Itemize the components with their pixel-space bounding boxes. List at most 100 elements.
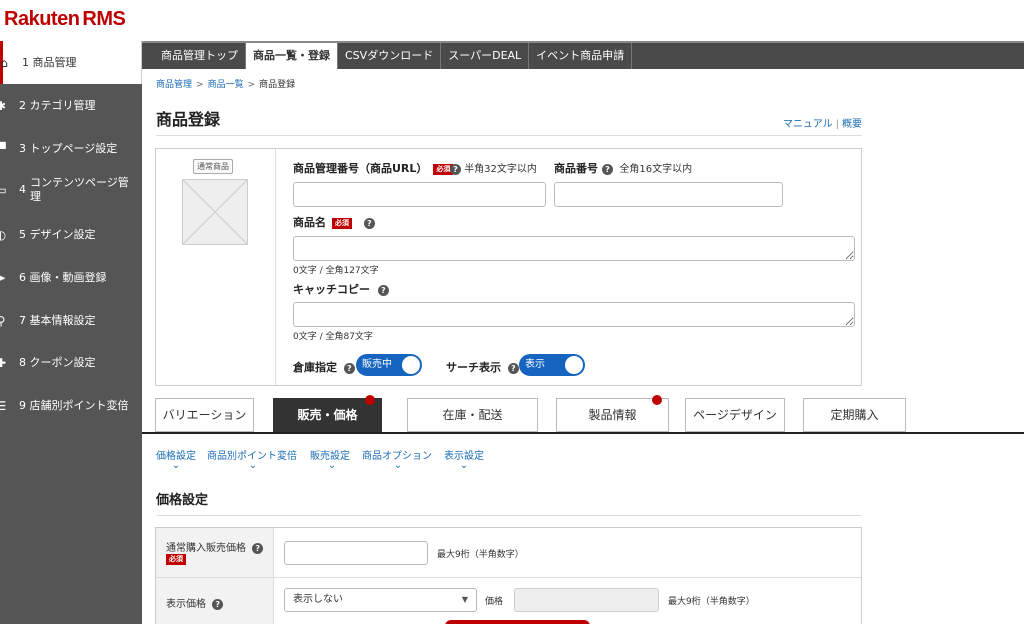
required-badge: 必須 (166, 554, 186, 565)
warehouse-toggle[interactable]: 販売中 (356, 354, 422, 376)
product-no-label-text: 商品番号 (554, 162, 598, 175)
regular-price-label: 通常購入販売価格 ? (166, 539, 264, 554)
sidebar-item-5[interactable]: ◐ 5 デザイン設定 (0, 213, 142, 256)
image-placeholder-icon[interactable] (182, 179, 248, 245)
display-price-select-value: 表示しない (293, 594, 343, 605)
palette-icon: ◐ (0, 227, 7, 242)
breadcrumb-separator: > (247, 80, 256, 90)
divider (156, 135, 862, 136)
rakuten-rms-logo[interactable]: Rakuten RMS (4, 8, 126, 32)
sidebar-item-label: コンテンツページ管理 (30, 175, 129, 203)
sidebar-item-4[interactable]: ▭ コンテンツページ管理 4 (0, 168, 142, 211)
help-icon[interactable]: ? (252, 542, 264, 554)
product-no-label: 商品番号 (554, 160, 598, 176)
sidebar-item-9[interactable]: ☰ 9 店舗別ポイント変倍 (0, 384, 142, 427)
sidebar-item-label: 1 商品管理 (22, 55, 77, 69)
logo-text: Rakuten (4, 8, 80, 30)
tab-5[interactable]: ページデザイン (685, 398, 785, 432)
tab-6[interactable]: 定期購入 (803, 398, 906, 432)
topnav-tab-1[interactable]: 商品管理トップ (154, 43, 246, 69)
sidebar-item-number: 4 (19, 182, 26, 196)
help-icon[interactable]: ? (377, 284, 389, 296)
product-name-label: 商品名 必須 ? (293, 214, 375, 230)
breadcrumb-item-shohin-kanri[interactable]: 商品管理 (156, 80, 192, 90)
puzzle-icon: ✚ (0, 355, 7, 370)
send-icon: ➤ (0, 270, 7, 285)
sidebar-item-label: 8 クーポン設定 (19, 355, 96, 369)
required-badge-wrap: 必須 (166, 554, 186, 566)
overview-link[interactable]: 概要 (842, 119, 862, 130)
topnav-tab-5[interactable]: イベント商品申請 (529, 43, 633, 69)
display-price-select[interactable]: 表示しない ▼ (284, 588, 477, 612)
sidebar-item-label: 3 トップページ設定 (19, 141, 118, 155)
product-image-area: 通常商品 (156, 149, 276, 385)
table-row: 表示価格 ? 表示しない ▼ 価格 最大9桁（半角数字） (156, 578, 861, 624)
home-icon: ⌂ (0, 55, 8, 70)
chevron-down-icon[interactable]: ⌄ (170, 460, 182, 472)
chevron-down-icon[interactable]: ⌄ (247, 460, 259, 472)
sidebar-item-8[interactable]: ✚ 8 クーポン設定 (0, 341, 142, 384)
regular-price-input[interactable] (284, 541, 428, 565)
chevron-down-icon[interactable]: ⌄ (458, 460, 470, 472)
sidebar-item-3[interactable]: ▀ 3 トップページ設定 (0, 127, 142, 170)
manage-no-label: 商品管理番号（商品URL） 必須 (293, 160, 454, 176)
warehouse-label: 倉庫指定 ? (293, 359, 355, 375)
sidebar-item-label: 6 画像・動画登録 (19, 270, 107, 284)
search-display-label: サーチ表示 ? (446, 359, 519, 375)
gear-icon: ✱ (0, 98, 7, 113)
regular-price-hint: 最大9桁（半角数字） (437, 550, 524, 560)
search-display-toggle[interactable]: 表示 (519, 354, 585, 376)
help-icon[interactable]: ? (450, 163, 461, 175)
notification-dot (652, 395, 662, 405)
breadcrumb: 商品管理 > 商品一覧 > 商品登録 (156, 77, 295, 90)
product-no-hint-text: 全角16文字以内 (619, 164, 693, 175)
monitor-icon: ▭ (0, 182, 7, 197)
tab-4[interactable]: 製品情報 (556, 398, 669, 432)
sidebar-item-label: 7 基本情報設定 (19, 313, 96, 327)
tab-1[interactable]: バリエーション (155, 398, 254, 432)
manage-no-label-text: 商品管理番号（商品URL） (293, 162, 428, 175)
table-row: 通常購入販売価格 ? 必須 最大9桁（半角数字） (156, 528, 861, 578)
help-icon[interactable]: ? (343, 362, 355, 374)
product-no-input[interactable] (554, 182, 783, 207)
catch-copy-label: キャッチコピー ? (293, 281, 389, 297)
chevron-down-icon[interactable]: ⌄ (326, 460, 338, 472)
regular-price-label-text: 通常購入販売価格 (166, 543, 246, 554)
topnav-tab-2[interactable]: 商品一覧・登録 (246, 43, 338, 69)
display-price-label-text: 表示価格 (166, 599, 206, 610)
tabs-underline (142, 432, 1024, 434)
topnav-tab-4[interactable]: スーパーDEAL (441, 43, 530, 69)
manual-link[interactable]: マニュアル (783, 119, 833, 130)
breadcrumb-item-shohin-ichiran[interactable]: 商品一覧 (208, 80, 244, 90)
price-table: 通常購入販売価格 ? 必須 最大9桁（半角数字） 表示価格 ? 表示しない ▼ 価… (155, 527, 862, 624)
price-section-title: 価格設定 (156, 493, 209, 508)
toggle-knob (402, 356, 420, 374)
tab-3[interactable]: 在庫・配送 (407, 398, 538, 432)
product-name-input[interactable] (293, 236, 855, 261)
manage-no-input[interactable] (293, 182, 546, 207)
sidebar-item-7[interactable]: ⚲ 7 基本情報設定 (0, 299, 142, 342)
sidebar-item-6[interactable]: ➤ 6 画像・動画登録 (0, 256, 142, 299)
toggle-knob (565, 356, 583, 374)
help-icon[interactable]: ? (212, 598, 224, 610)
help-icon[interactable]: ? (363, 217, 375, 229)
topnav-tab-3[interactable]: CSVダウンロード (338, 43, 442, 69)
save-button[interactable] (445, 620, 590, 624)
catch-copy-input[interactable] (293, 302, 855, 327)
required-badge: 必須 (332, 217, 352, 229)
sidebar-item-1[interactable]: ⌂ 1 商品管理 (0, 41, 142, 84)
product-type-tag: 通常商品 (193, 159, 233, 174)
product-name-label-text: 商品名 (293, 216, 326, 229)
search-display-label-text: サーチ表示 (446, 361, 501, 374)
sidebar: ⌂ 1 商品管理 ✱ 2 カテゴリ管理 ▀ 3 トップページ設定 ▭ コンテンツページ管理 4 ◐… (0, 41, 142, 624)
help-icon[interactable]: ? (602, 163, 613, 175)
display-price-hint: 最大9桁（半角数字） (668, 597, 755, 607)
chevron-down-icon[interactable]: ⌄ (392, 460, 404, 472)
wrench-icon: ⚲ (0, 313, 6, 328)
help-links: マニュアル | 概要 (783, 115, 862, 130)
coin-icon: ☰ (0, 398, 7, 413)
sidebar-item-2[interactable]: ✱ 2 カテゴリ管理 (0, 84, 142, 127)
help-icon[interactable]: ? (507, 362, 519, 374)
divider (156, 515, 862, 516)
manage-no-hint-text: 半角32文字以内 (464, 164, 537, 175)
